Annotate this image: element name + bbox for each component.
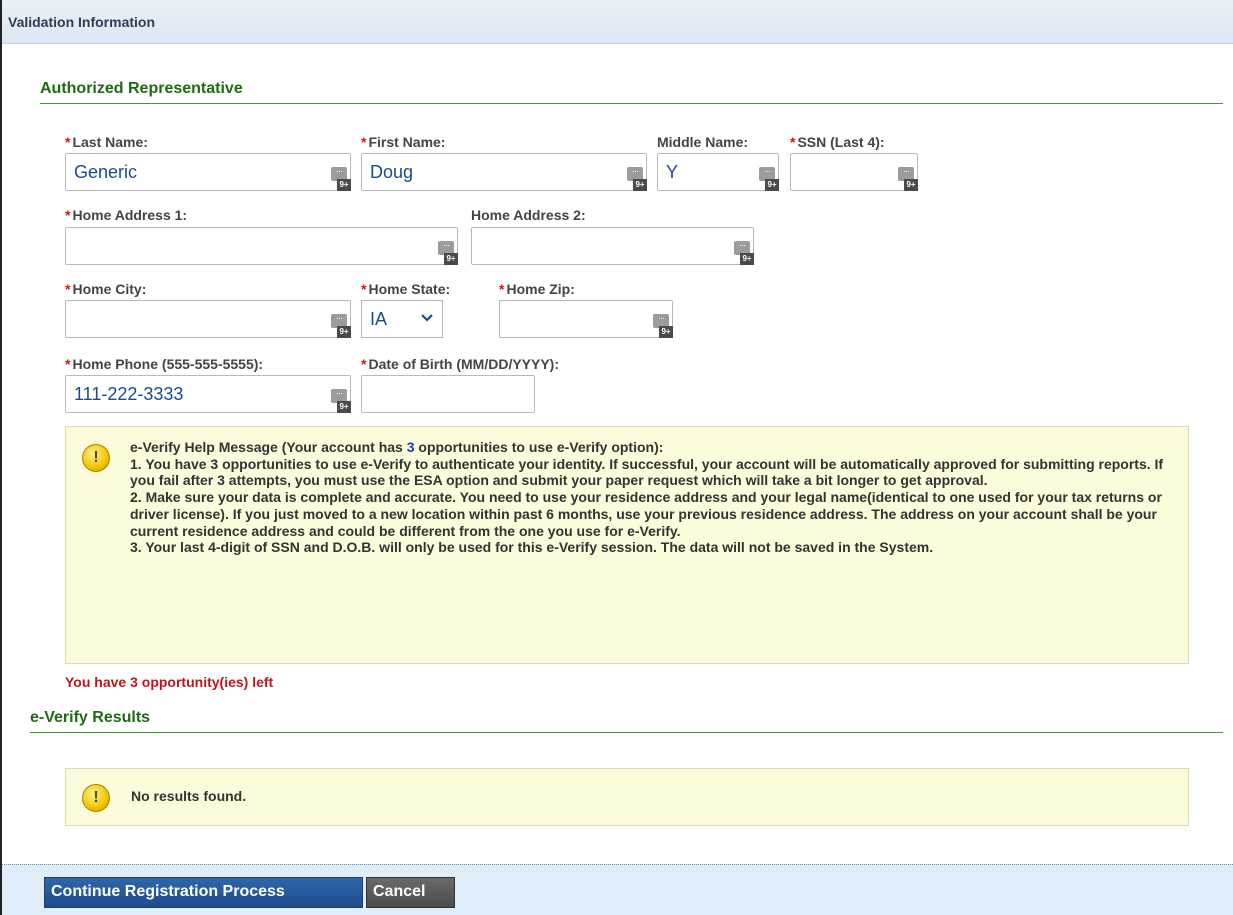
help-intro: e-Verify Help Message (Your account has …: [130, 439, 664, 455]
virtual-keyboard-icon[interactable]: ··· 9+: [436, 241, 458, 265]
first-name-label: * First Name:: [361, 134, 446, 150]
required-asterisk-icon: *: [361, 134, 367, 150]
last-name-label: * Last Name:: [65, 134, 148, 150]
home-state-select[interactable]: IA: [361, 300, 443, 338]
opportunity-count: 3: [406, 439, 415, 455]
section-title-authorized-representative: Authorized Representative: [40, 80, 1223, 104]
dob-input[interactable]: [361, 375, 535, 413]
home-zip-label: * Home Zip:: [499, 281, 575, 297]
home-address-2-input[interactable]: ··· 9+: [471, 227, 754, 265]
home-phone-input[interactable]: 111-222-3333 ··· 9+: [65, 375, 351, 413]
required-asterisk-icon: *: [361, 281, 367, 297]
results-message-box: ! No results found.: [65, 768, 1189, 826]
virtual-keyboard-icon[interactable]: ··· 9+: [329, 167, 351, 191]
ssn-label: * SSN (Last 4):: [790, 134, 885, 150]
help-line-3: 3. Your last 4-digit of SSN and D.O.B. w…: [130, 539, 934, 556]
virtual-keyboard-icon[interactable]: ··· 9+: [896, 167, 918, 191]
warning-icon: !: [82, 784, 110, 812]
home-state-value: IA: [370, 309, 388, 329]
home-address-2-label: Home Address 2:: [471, 207, 586, 223]
required-asterisk-icon: *: [65, 134, 71, 150]
home-phone-label: * Home Phone (555-555-5555):: [65, 356, 264, 372]
action-bar: Continue Registration Process Cancel: [2, 864, 1233, 915]
help-message-box: ! e-Verify Help Message (Your account ha…: [65, 426, 1189, 664]
required-asterisk-icon: *: [65, 356, 71, 372]
ssn-input[interactable]: ··· 9+: [790, 153, 918, 191]
panel-header: Validation Information: [2, 0, 1233, 44]
opportunities-left-text: You have 3 opportunity(ies) left: [65, 674, 274, 690]
no-results-text: No results found.: [131, 788, 247, 804]
middle-name-label: Middle Name:: [657, 134, 749, 150]
cancel-button[interactable]: Cancel: [366, 877, 455, 908]
home-city-label: * Home City:: [65, 281, 147, 297]
first-name-value: Doug: [370, 162, 414, 182]
help-message-text: e-Verify Help Message (Your account has …: [130, 439, 1170, 556]
section-title-everify-results: e-Verify Results: [30, 709, 1223, 733]
virtual-keyboard-icon[interactable]: ··· 9+: [625, 167, 647, 191]
required-asterisk-icon: *: [790, 134, 796, 150]
continue-registration-button[interactable]: Continue Registration Process: [44, 877, 363, 908]
required-asterisk-icon: *: [361, 356, 367, 372]
dob-label: * Date of Birth (MM/DD/YYYY):: [361, 356, 560, 372]
virtual-keyboard-icon[interactable]: ··· 9+: [329, 389, 351, 413]
home-state-label: * Home State:: [361, 281, 451, 297]
last-name-value: Generic: [74, 162, 138, 182]
virtual-keyboard-icon[interactable]: ··· 9+: [651, 314, 673, 338]
middle-name-input[interactable]: Y ··· 9+: [657, 153, 779, 191]
first-name-input[interactable]: Doug ··· 9+: [361, 153, 647, 191]
chevron-down-icon: [421, 310, 433, 326]
help-line-1: 1. You have 3 opportunities to use e-Ver…: [130, 455, 1164, 489]
last-name-input[interactable]: Generic ··· 9+: [65, 153, 351, 191]
virtual-keyboard-icon[interactable]: ··· 9+: [329, 314, 351, 338]
home-city-input[interactable]: ··· 9+: [65, 300, 351, 338]
virtual-keyboard-icon[interactable]: ··· 9+: [732, 241, 754, 265]
required-asterisk-icon: *: [65, 207, 71, 223]
home-address-1-label: * Home Address 1:: [65, 207, 188, 223]
home-zip-input[interactable]: ··· 9+: [499, 300, 673, 338]
virtual-keyboard-icon[interactable]: ··· 9+: [757, 167, 779, 191]
required-asterisk-icon: *: [65, 281, 71, 297]
warning-icon: !: [82, 444, 110, 472]
middle-name-value: Y: [666, 162, 679, 182]
panel-title: Validation Information: [8, 14, 156, 30]
required-asterisk-icon: *: [499, 281, 505, 297]
help-line-2: 2. Make sure your data is complete and a…: [130, 489, 1162, 539]
home-address-1-input[interactable]: ··· 9+: [65, 227, 458, 265]
home-phone-value: 111-222-3333: [74, 384, 184, 404]
